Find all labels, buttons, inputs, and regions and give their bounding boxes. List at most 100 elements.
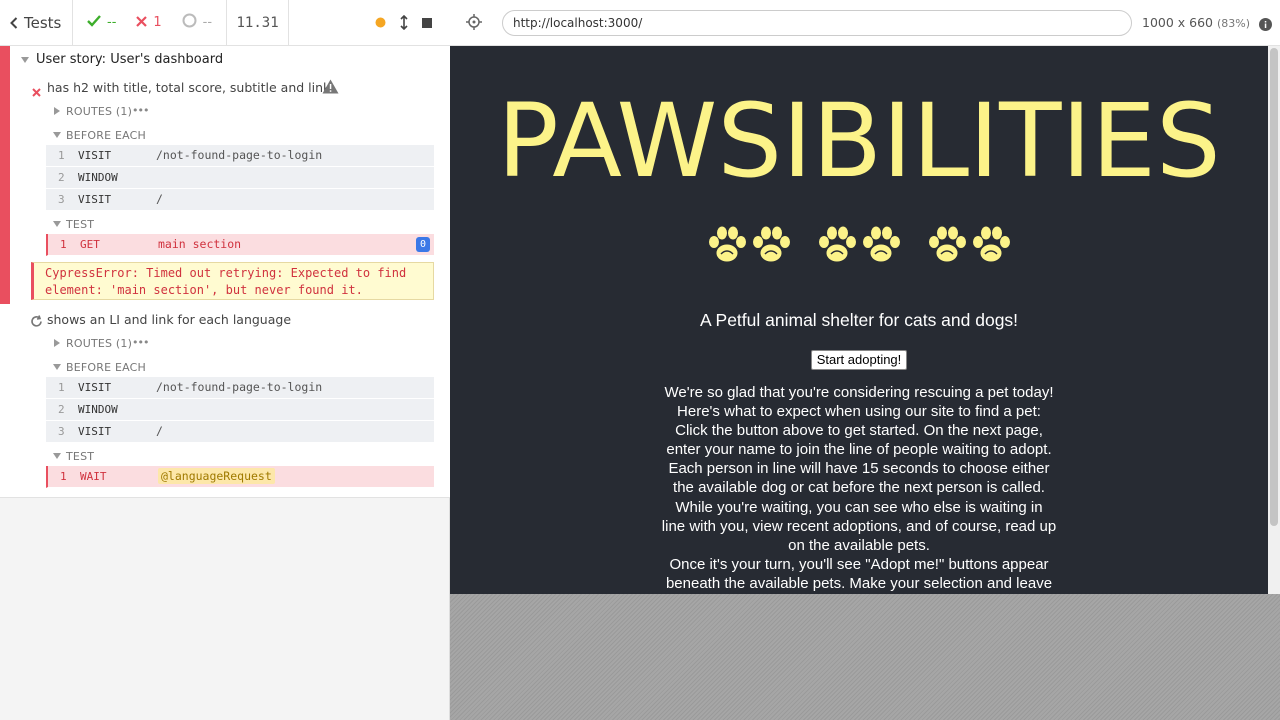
- intro-line: While you're waiting, you can see who el…: [675, 498, 1043, 516]
- paw-print-icon: [969, 224, 1013, 272]
- tests-back-button[interactable]: Tests: [0, 0, 73, 45]
- command-name: WINDOW: [78, 403, 118, 416]
- tests-label: Tests: [24, 13, 62, 32]
- element-count-badge: 0: [416, 237, 430, 252]
- app-subtitle: A Petful animal shelter for cats and dog…: [699, 310, 1019, 330]
- intro-line: enter your name to join the line of peop…: [666, 441, 1052, 459]
- before-each-label-2[interactable]: BEFORE EACH: [66, 361, 146, 374]
- command-row[interactable]: 1 VISIT /not-found-page-to-login: [46, 145, 434, 167]
- before-each-label-1[interactable]: BEFORE EACH: [66, 129, 146, 142]
- paw-print-icon: [859, 224, 903, 272]
- failed-indicator-strip: [0, 46, 10, 304]
- command-message: main section: [158, 237, 242, 251]
- command-row-pending[interactable]: 1 WAIT @languageRequest: [46, 466, 434, 488]
- command-message: /not-found-page-to-login: [156, 148, 323, 162]
- command-row[interactable]: 2 WINDOW: [46, 167, 434, 189]
- caret-down-icon: [53, 364, 61, 370]
- paw-pair: [815, 224, 903, 272]
- caret-right-icon: [54, 107, 60, 115]
- pending-circle-icon: [182, 13, 197, 32]
- run-controls: [289, 0, 450, 45]
- command-name: VISIT: [78, 381, 112, 394]
- intro-line: on the available pets.: [788, 536, 930, 554]
- pending-count: --: [202, 15, 213, 30]
- command-number: 1: [60, 238, 67, 251]
- pending-stat: --: [182, 13, 212, 32]
- test-title-1[interactable]: has h2 with title, total score, subtitle…: [47, 80, 330, 95]
- autoscroll-toggle-icon[interactable]: [400, 15, 408, 30]
- error-message[interactable]: CypressError: Timed out retrying: Expect…: [31, 262, 434, 300]
- viewport-size: 1000 x 660: [1142, 15, 1214, 30]
- intro-line: the available dog or cat before the next…: [673, 479, 1045, 497]
- failed-count: 1: [153, 15, 162, 30]
- paw-print-icon: [925, 224, 969, 272]
- test-label-1[interactable]: TEST: [66, 218, 94, 231]
- command-name: VISIT: [78, 425, 112, 438]
- intro-line: Click the button above to get started. O…: [675, 422, 1043, 440]
- intro-text: We're so glad that you're considering re…: [640, 383, 1078, 593]
- paw-pair: [925, 224, 1013, 272]
- command-row[interactable]: 1 VISIT /not-found-page-to-login: [46, 377, 434, 399]
- scrollbar[interactable]: [1268, 46, 1280, 594]
- duration: 11.31: [227, 0, 290, 45]
- command-number: 1: [58, 381, 65, 394]
- command-name: VISIT: [78, 193, 112, 206]
- caret-down-icon: [21, 57, 29, 63]
- more-dots-icon[interactable]: •••: [132, 104, 149, 117]
- caret-down-icon: [53, 221, 61, 227]
- command-number: 1: [58, 149, 65, 162]
- stop-button[interactable]: [422, 17, 432, 28]
- passed-stat: --: [87, 14, 117, 31]
- info-icon[interactable]: [1259, 16, 1272, 35]
- chevron-left-icon: [10, 16, 18, 29]
- command-message: /: [156, 192, 163, 206]
- test-label-2[interactable]: TEST: [66, 450, 94, 463]
- x-icon: [32, 82, 41, 101]
- command-row-failed[interactable]: 1 GET main section 0: [46, 234, 434, 256]
- command-message: /not-found-page-to-login: [156, 380, 323, 394]
- caret-down-icon: [53, 453, 61, 459]
- refresh-icon: [30, 313, 43, 332]
- test-title-2[interactable]: shows an LI and link for each language: [47, 312, 291, 327]
- command-number: 2: [58, 403, 65, 416]
- caret-right-icon: [54, 339, 60, 347]
- command-name: WINDOW: [78, 171, 118, 184]
- command-number: 3: [58, 425, 65, 438]
- intro-line: line with you, view recent adoptions, an…: [661, 517, 1057, 535]
- paw-prints-row: [450, 224, 1268, 272]
- stats-group: -- 1 --: [73, 0, 228, 45]
- aut-header: http://localhost:3000/ 1000 x 660 (83%): [450, 0, 1280, 46]
- aut-iframe: PAWSIBILITIES A Petful animal shelter fo…: [450, 46, 1268, 594]
- command-row[interactable]: 2 WINDOW: [46, 399, 434, 421]
- routes-toggle-1[interactable]: ROUTES (1): [66, 105, 132, 118]
- intro-line: beneath the available pets. Make your se…: [665, 574, 1053, 592]
- command-number: 3: [58, 193, 65, 206]
- url-bar[interactable]: http://localhost:3000/: [502, 10, 1132, 36]
- intro-line: Each person in line will have 15 seconds…: [668, 460, 1050, 478]
- suite-title[interactable]: User story: User's dashboard: [36, 52, 223, 67]
- intro-line: Once it's your turn, you'll see "Adopt m…: [669, 555, 1049, 573]
- reporter-header: Tests -- 1 -- 11.31: [0, 0, 450, 46]
- command-name: GET: [80, 238, 100, 251]
- command-number: 2: [58, 171, 65, 184]
- command-number: 1: [60, 470, 67, 483]
- command-row[interactable]: 3 VISIT /: [46, 189, 434, 211]
- command-row[interactable]: 3 VISIT /: [46, 421, 434, 443]
- viewport-info[interactable]: 1000 x 660 (83%): [1142, 15, 1250, 30]
- command-name: WAIT: [80, 470, 107, 483]
- intro-line: Here's what to expect when using our sit…: [677, 403, 1041, 421]
- runnables-list: User story: User's dashboard has h2 with…: [0, 46, 450, 498]
- routes-toggle-2[interactable]: ROUTES (1): [66, 337, 132, 350]
- x-icon: [136, 15, 148, 31]
- paw-pair: [705, 224, 793, 272]
- intro-line: We're so glad that you're considering re…: [664, 384, 1054, 401]
- paw-print-icon: [705, 224, 749, 272]
- paw-print-icon: [749, 224, 793, 272]
- start-adopting-button[interactable]: Start adopting!: [811, 350, 907, 370]
- paw-print-icon: [815, 224, 859, 272]
- selector-playground-icon[interactable]: [466, 14, 482, 34]
- warning-icon: [322, 79, 339, 98]
- more-dots-icon[interactable]: •••: [132, 336, 149, 349]
- passed-count: --: [107, 15, 117, 30]
- scrollbar-thumb[interactable]: [1270, 48, 1278, 526]
